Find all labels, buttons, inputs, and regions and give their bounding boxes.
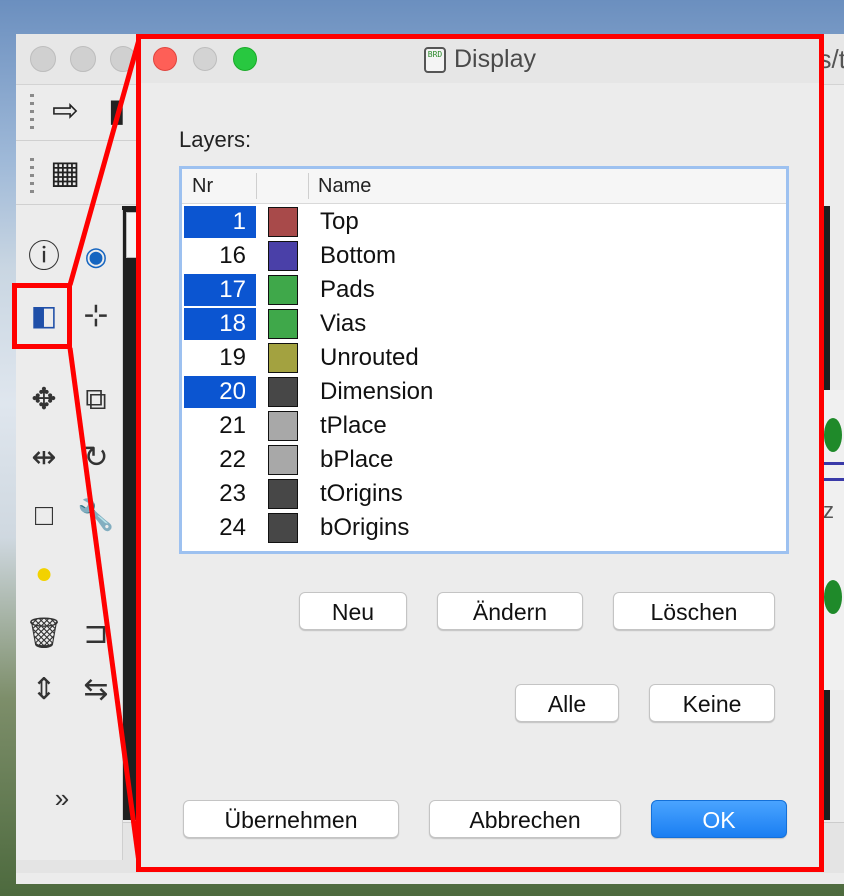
layer-row[interactable]: 18 Vias [182, 307, 786, 341]
neu-button[interactable]: Neu [299, 592, 407, 630]
layer-number: 24 [219, 514, 246, 541]
layer-name: Dimension [320, 378, 434, 405]
file-toolbar: ⇨ ▮ [16, 84, 136, 141]
rotate-icon[interactable]: ↻ [76, 438, 116, 478]
layer-color-swatch[interactable] [268, 479, 298, 509]
show-eye-icon[interactable]: ◉ [76, 236, 116, 276]
pad-shape [824, 580, 842, 614]
column-separator [256, 173, 257, 199]
layer-name: tOrigins [320, 480, 403, 507]
alle-button[interactable]: Alle [515, 684, 619, 722]
layer-name: bOrigins [320, 514, 410, 541]
grid-icon[interactable]: ▦ [50, 156, 80, 188]
layer-number: 23 [219, 480, 246, 507]
trace-shape [822, 478, 844, 481]
layer-color-swatch[interactable] [268, 309, 298, 339]
bg-zoom-button[interactable] [110, 46, 136, 72]
layer-number: 17 [184, 274, 256, 306]
toolbar-grip[interactable] [30, 158, 34, 194]
layer-color-swatch[interactable] [268, 411, 298, 441]
copy-icon[interactable]: ⧉ [76, 380, 116, 420]
layer-row[interactable]: 20 Dimension [182, 375, 786, 409]
layer-color-swatch[interactable] [268, 513, 298, 543]
layer-color-swatch[interactable] [268, 241, 298, 271]
info-icon[interactable]: ⓘ [24, 236, 64, 276]
trace-shape [822, 462, 844, 465]
layer-number: 21 [219, 412, 246, 439]
pinswap-icon[interactable]: ⇕ [24, 670, 64, 710]
export-icon[interactable]: ⇨ [52, 94, 79, 126]
grid-toolbar: ▦ [16, 148, 136, 205]
layer-row[interactable]: 16 Bottom [182, 239, 786, 273]
abbrechen-button[interactable]: Abbrechen [429, 800, 621, 838]
layer-name: Pads [320, 276, 375, 303]
layer-row[interactable]: 17 Pads [182, 273, 786, 307]
layer-name: Top [320, 208, 359, 235]
pad-shape [824, 418, 842, 452]
dialog-title: Display [454, 45, 536, 73]
z-label-icon: z [823, 498, 834, 523]
board-preview-edge: z [822, 390, 844, 690]
column-separator [308, 173, 309, 199]
layer-color-swatch[interactable] [268, 343, 298, 373]
layer-name: Vias [320, 310, 367, 337]
layer-row[interactable]: 19 Unrouted [182, 341, 786, 375]
brd-file-icon: BRD [424, 47, 446, 74]
bg-close-button[interactable] [30, 46, 56, 72]
layer-color-swatch[interactable] [268, 275, 298, 305]
more-tools-chevron-icon[interactable]: » [42, 778, 82, 818]
column-header-name[interactable]: Name [318, 175, 371, 198]
move-icon[interactable]: ✥ [24, 380, 64, 420]
layer-color-swatch[interactable] [268, 377, 298, 407]
replace-icon[interactable]: ⇆ [76, 670, 116, 710]
layer-number: 16 [219, 242, 246, 269]
layer-number: 18 [184, 308, 256, 340]
highlighted-display-tool [12, 283, 72, 349]
layer-number: 20 [184, 376, 256, 408]
layer-row[interactable]: 23 tOrigins [182, 477, 786, 511]
layer-number: 22 [219, 446, 246, 473]
layer-row[interactable]: 24 bOrigins [182, 511, 786, 545]
change-wrench-icon[interactable]: 🔧 [76, 496, 116, 536]
layer-color-swatch[interactable] [268, 445, 298, 475]
layer-number: 19 [219, 344, 246, 371]
layer-name: Unrouted [320, 344, 419, 371]
dialog-title-group: BRD Display [141, 45, 819, 74]
list-header: Nr Name [182, 169, 786, 204]
layer-row[interactable]: 22 bPlace [182, 443, 786, 477]
mirror-icon[interactable]: ⇹ [24, 438, 64, 478]
add-gate-icon[interactable]: ⊐ [76, 614, 116, 654]
dialog-titlebar: BRD Display [141, 39, 819, 83]
layer-row[interactable]: 1 Top [182, 205, 786, 239]
loeschen-button[interactable]: Löschen [613, 592, 775, 630]
aendern-button[interactable]: Ändern [437, 592, 583, 630]
layer-name: bPlace [320, 446, 394, 473]
save-icon[interactable]: ▮ [108, 94, 126, 126]
layer-name: tPlace [320, 412, 387, 439]
ok-button[interactable]: OK [651, 800, 787, 838]
paint-icon[interactable]: ● [24, 554, 64, 594]
delete-trash-icon[interactable]: 🗑 [24, 614, 64, 654]
layer-number: 1 [184, 206, 256, 238]
group-icon[interactable]: □ [24, 496, 64, 536]
display-dialog: BRD Display Layers: Nr Name 1 Top 16 Bottom 1… [136, 34, 824, 872]
layer-color-swatch[interactable] [268, 207, 298, 237]
layer-name: Bottom [320, 242, 397, 269]
layers-label: Layers: [179, 127, 252, 152]
keine-button[interactable]: Keine [649, 684, 775, 722]
uebernehmen-button[interactable]: Übernehmen [183, 800, 399, 838]
layer-row[interactable]: 21 tPlace [182, 409, 786, 443]
column-header-nr[interactable]: Nr [192, 175, 213, 198]
bg-minimize-button[interactable] [70, 46, 96, 72]
mark-icon[interactable]: ⊹ [76, 296, 116, 336]
layers-list[interactable]: Nr Name 1 Top 16 Bottom 17 Pads 18 Vias 19 Unrout… [179, 166, 789, 554]
toolbar-grip[interactable] [30, 94, 34, 130]
